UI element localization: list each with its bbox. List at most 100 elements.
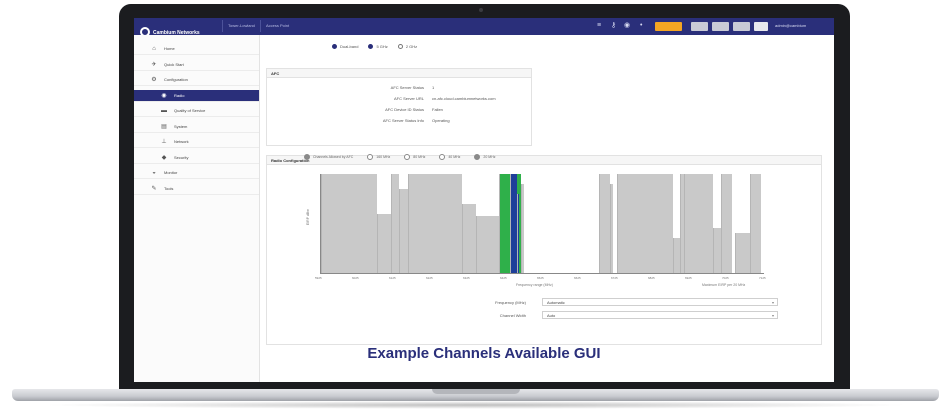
sidebar-item-monitor[interactable]: ◒ Monitor <box>134 167 259 179</box>
sidebar-item-quick-start[interactable]: ✈ Quick Start <box>134 59 259 71</box>
chart-note: Maximum EIRP per 20 MHz <box>702 283 746 287</box>
user-menu[interactable]: admin@cambium <box>775 23 806 28</box>
legend-item[interactable]: Channels Allowed by AFC <box>304 154 353 160</box>
channel-bar[interactable] <box>391 174 399 273</box>
chart-legend: Channels Allowed by AFC 160 MHz 80 MHz 40 M… <box>304 154 495 160</box>
sidebar-item-label: Home <box>164 46 175 51</box>
sidebar-item-label: Tools <box>164 185 174 191</box>
band-radio[interactable]: 2 GHz <box>397 44 417 49</box>
channel-bar[interactable] <box>376 213 392 273</box>
x-tick-label: 6825 <box>648 276 655 280</box>
x-tick-label: 6025 <box>352 276 359 280</box>
frequency-label: Frequency (MHz) <box>495 300 526 305</box>
legend-item[interactable]: 20 MHz <box>474 154 495 160</box>
channel-bar[interactable] <box>617 174 673 273</box>
channel-bar[interactable] <box>476 215 499 273</box>
afc-key: AFC Server Status <box>390 85 424 90</box>
afc-key: AFC Device ID Status <box>385 107 424 112</box>
frequency-value: Automatic <box>547 300 565 305</box>
channel-bar[interactable] <box>683 174 714 273</box>
key-icon[interactable]: ⚷ <box>611 22 616 30</box>
system-icon: ▤ <box>161 123 167 130</box>
channel-bar[interactable] <box>517 193 519 273</box>
legend-swatch <box>304 154 310 160</box>
status-badge[interactable] <box>754 22 768 31</box>
legend-label: Channels Allowed by AFC <box>313 155 354 159</box>
sidebar-item-configuration[interactable]: ⚙ Configuration <box>134 74 259 86</box>
channel-width-label: Channel Width <box>499 313 526 318</box>
channel-width-select[interactable]: Auto ▾ <box>542 311 778 319</box>
sidebar-item-label: Quick Start <box>164 61 184 67</box>
menu-icon[interactable]: ≡ <box>597 22 601 30</box>
chart-x-label: Frequency range (MHz) <box>516 283 553 287</box>
sidebar-item-label: Radio <box>174 92 185 98</box>
radio-dot <box>332 44 337 49</box>
frequency-select[interactable]: Automatic ▾ <box>542 298 778 306</box>
channel-bar[interactable] <box>407 174 462 273</box>
breadcrumb-device[interactable]: Access Point <box>266 23 289 28</box>
radio-label: 5 GHz <box>376 44 388 49</box>
legend-item[interactable]: 80 MHz <box>404 154 425 160</box>
bell-icon[interactable]: • <box>640 22 642 30</box>
legend-label: 80 MHz <box>413 155 426 159</box>
globe-icon[interactable]: ◉ <box>624 22 630 30</box>
channel-bar[interactable] <box>509 174 518 273</box>
status-badge[interactable] <box>712 22 729 31</box>
legend-item[interactable]: 160 MHz <box>367 154 390 160</box>
sidebar-item-home[interactable]: ⌂ Home <box>134 43 259 55</box>
chart-y-label: EIRP dBm <box>306 208 311 226</box>
legend-label: 160 MHz <box>376 155 391 159</box>
x-tick-label: 6425 <box>500 276 507 280</box>
channel-bar[interactable] <box>720 174 732 273</box>
network-icon: ⊥ <box>161 139 167 145</box>
channel-bar[interactable] <box>520 183 525 273</box>
chevron-down-icon: ▾ <box>771 313 774 318</box>
sidebar: ⌂ Home ✈ Quick Start ⚙ Configuration ◉ Radio ▬ Qu… <box>134 35 260 382</box>
breadcrumb-site[interactable]: Tower-Lowland <box>228 23 255 28</box>
legend-swatch <box>367 154 374 160</box>
x-tick-label: 6225 <box>426 276 433 280</box>
x-tick-label: 6925 <box>685 276 692 280</box>
sidebar-item-security[interactable]: ◆ Security <box>134 152 259 164</box>
afc-key: AFC Server URL <box>393 96 424 101</box>
sidebar-item-label: Network <box>174 139 189 144</box>
band-radio[interactable]: 5 GHz <box>368 44 388 49</box>
channel-bar[interactable] <box>598 174 610 273</box>
channel-bar[interactable] <box>750 174 762 273</box>
laptop-screen: Cambium Networks cnMaestro Tower-Lowland… <box>134 18 834 382</box>
x-tick-label: 7125 <box>759 276 766 280</box>
radio-label: Dual-band <box>340 44 359 49</box>
legend-item[interactable]: 40 MHz <box>439 154 460 160</box>
x-tick-label: 5925 <box>315 276 322 280</box>
sidebar-item-label: Quality of Service <box>174 108 206 113</box>
channel-bar[interactable] <box>461 203 477 273</box>
laptop-camera <box>479 8 483 12</box>
afc-value: Operating <box>432 118 450 123</box>
caption: Example Channels Available GUI <box>367 345 601 362</box>
x-tick-label: 6725 <box>611 276 618 280</box>
sidebar-item-radio[interactable]: ◉ Radio <box>134 89 259 102</box>
status-badge[interactable] <box>691 22 708 31</box>
x-tick-label: 7025 <box>722 276 729 280</box>
channel-bar[interactable] <box>609 183 614 273</box>
sidebar-item-network[interactable]: ⊥ Network <box>134 136 259 148</box>
channel-bar[interactable] <box>321 174 377 273</box>
sidebar-item-label: Security <box>174 154 189 160</box>
channel-bar[interactable] <box>398 188 408 273</box>
status-badge[interactable] <box>733 22 750 31</box>
radio-icon: ◉ <box>161 92 167 99</box>
channel-width-value: Auto <box>547 313 556 318</box>
channel-bar[interactable] <box>735 233 751 273</box>
afc-value: cn-afc.cloud.cambiumnetworks.com <box>432 96 496 101</box>
top-bar: Cambium Networks cnMaestro Tower-Lowland… <box>134 18 834 43</box>
sidebar-item-tools[interactable]: ✎ Tools <box>134 183 259 195</box>
rocket-icon: ✈ <box>151 61 157 68</box>
channel-bar[interactable] <box>672 238 680 273</box>
sidebar-item-quality-of-service[interactable]: ▬ Quality of Service <box>134 105 259 117</box>
sidebar-item-system[interactable]: ▤ System <box>134 121 259 133</box>
channel-bar[interactable] <box>713 228 721 273</box>
channel-chart <box>320 174 764 274</box>
alarm-badge[interactable] <box>655 22 682 31</box>
laptop-mockup: Cambium Networks cnMaestro Tower-Lowland… <box>0 0 951 419</box>
band-radio[interactable]: Dual-band <box>332 44 358 49</box>
